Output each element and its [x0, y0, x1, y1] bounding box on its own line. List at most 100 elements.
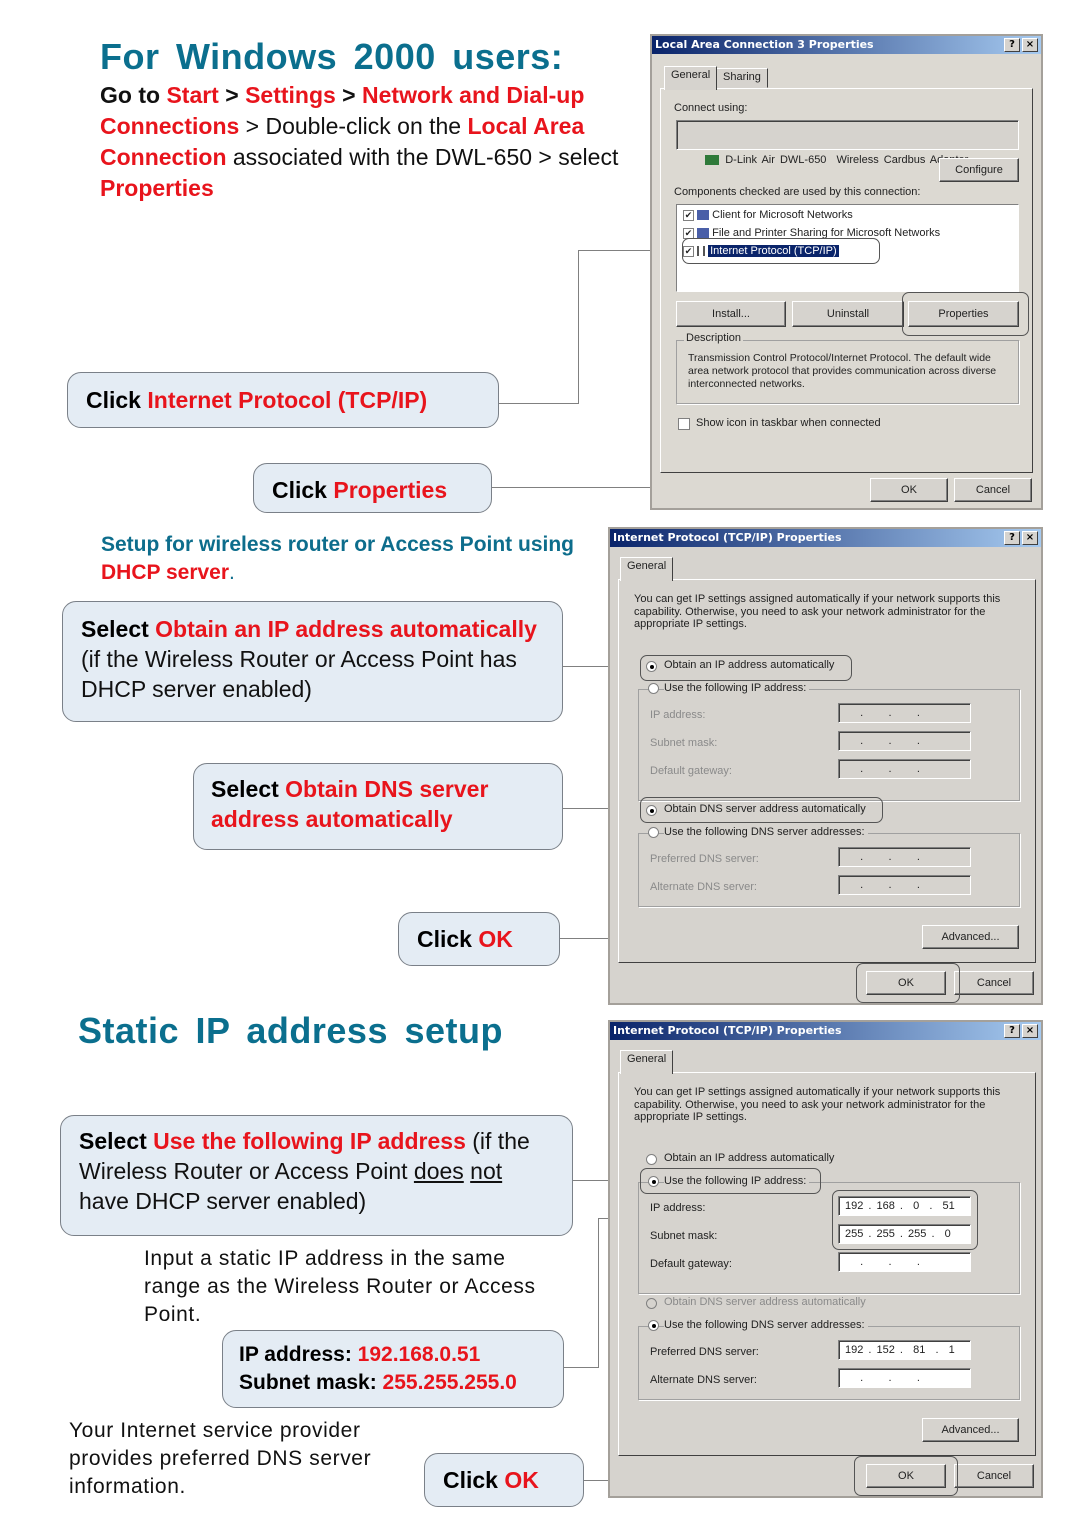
ok-button[interactable]: OK [870, 478, 948, 502]
tab-general[interactable]: General [664, 66, 718, 90]
tab-general[interactable]: General [620, 1050, 674, 1074]
close-icon[interactable]: × [1022, 531, 1038, 545]
dns-group [638, 1326, 1020, 1400]
callout-highlight: OK [504, 1467, 539, 1493]
callout-prefix: Select [211, 776, 286, 802]
client-icon [697, 210, 710, 221]
callout-suffix: (if the Wireless Router or Access Point … [81, 646, 517, 702]
help-icon[interactable]: ? [1004, 38, 1020, 52]
highlight-use-ip [640, 1168, 821, 1194]
close-icon[interactable]: × [1022, 1024, 1038, 1038]
radio-obtain-dns[interactable] [646, 1298, 657, 1309]
subnet-mask-input[interactable]: . . . [838, 731, 971, 751]
ip-address-label: IP address: [650, 1202, 706, 1214]
highlight-properties [902, 292, 1029, 336]
static-ip-label: IP address: [239, 1343, 358, 1366]
highlight-tcpip [682, 238, 880, 264]
note-isp-dns: Your Internet service provider provides … [69, 1419, 372, 1498]
default-gateway-input[interactable]: . . . [838, 759, 971, 779]
close-icon[interactable]: × [1022, 38, 1038, 52]
dialog-title: Local Area Connection 3 Properties [655, 38, 874, 51]
checkbox-checked-icon[interactable]: ✔ [683, 209, 694, 221]
radio-use-dns[interactable] [648, 1320, 659, 1331]
dialog-titlebar: Internet Protocol (TCP/IP) Properties ? … [610, 529, 1041, 547]
tab-general[interactable]: General [620, 557, 674, 581]
description-text: Transmission Control Protocol/Internet P… [688, 352, 997, 390]
callout-click-ok-dhcp: Click OK [398, 912, 560, 966]
dhcp-heading-text: Setup for wireless router or Access Poin… [101, 533, 575, 556]
dialog-title: Internet Protocol (TCP/IP) Properties [613, 1024, 842, 1037]
callout-prefix: Click [272, 477, 334, 503]
highlight-obtain-ip [640, 655, 852, 681]
configure-button[interactable]: Configure [939, 158, 1019, 182]
component-item[interactable]: ✔ Client for Microsoft Networks [683, 209, 853, 221]
uninstall-button[interactable]: Uninstall [792, 301, 904, 327]
dialog-intro: You can get IP settings assigned automat… [634, 593, 1001, 630]
network-adapter-icon [705, 155, 720, 166]
checkbox-checked-icon[interactable]: ✔ [683, 227, 694, 239]
help-icon[interactable]: ? [1004, 1024, 1020, 1038]
adapter-name: D-Link Air DWL-650 Wireless Cardbus Adap… [725, 154, 969, 166]
callout-click-tcpip: Click Internet Protocol (TCP/IP) [67, 372, 499, 428]
callout-prefix: Click [443, 1467, 505, 1493]
preferred-dns-input[interactable]: 192 . 152 . 81 . 1 [838, 1340, 971, 1360]
ip-address-input[interactable]: . . . [838, 703, 971, 723]
highlight-ok [856, 963, 960, 1003]
intro-go-to: Go to [100, 82, 167, 108]
dialog-intro: You can get IP settings assigned automat… [634, 1086, 1001, 1123]
alternate-dns-label: Alternate DNS server: [650, 1374, 757, 1386]
preferred-dns-input[interactable]: . . . [838, 847, 971, 867]
use-ip-label: Use the following IP address: [664, 682, 810, 694]
install-button[interactable]: Install... [676, 301, 786, 327]
intro-text: associated with the DWL-650 > select [226, 144, 619, 170]
callout-emphasis-does: does [413, 1158, 464, 1184]
callout-click-ok-static: Click OK [424, 1453, 584, 1507]
callout-static-values: IP address: 192.168.0.51 Subnet mask: 25… [222, 1330, 564, 1408]
callout-highlight: Properties [333, 477, 448, 503]
intro-properties: Properties [100, 175, 214, 201]
advanced-button[interactable]: Advanced... [922, 1418, 1019, 1442]
callout-obtain-dns: Select Obtain DNS server address automat… [193, 763, 563, 850]
dialog-local-area-connection-properties: Local Area Connection 3 Properties ? × G… [650, 34, 1043, 510]
description-label: Description [684, 332, 744, 344]
advanced-button[interactable]: Advanced... [922, 925, 1019, 949]
component-label: Client for Microsoft Networks [712, 209, 853, 221]
dialog-tcpip-properties-static: Internet Protocol (TCP/IP) Properties ? … [608, 1020, 1043, 1498]
help-icon[interactable]: ? [1004, 531, 1020, 545]
subnet-mask-label: Subnet mask: [650, 737, 718, 749]
radio-obtain-ip[interactable] [646, 1154, 657, 1165]
dialog-titlebar: Internet Protocol (TCP/IP) Properties ? … [610, 1022, 1041, 1040]
tab-sharing[interactable]: Sharing [716, 68, 768, 88]
heading-windows-2000: For Windows 2000 users: [100, 36, 564, 77]
callout-click-properties: Click Properties [253, 463, 492, 513]
highlight-obtain-dns [640, 797, 883, 823]
default-gateway-input[interactable]: . . . [838, 1252, 971, 1272]
dialog-tcpip-properties-dhcp: Internet Protocol (TCP/IP) Properties ? … [608, 527, 1043, 1005]
intro-start: Start [166, 82, 219, 108]
static-mask-label: Subnet mask: [239, 1371, 383, 1394]
show-icon-label: Show icon in taskbar when connected [696, 417, 881, 429]
cancel-button[interactable]: Cancel [954, 971, 1034, 995]
callout-highlight: Internet Protocol (TCP/IP) [147, 387, 428, 413]
printer-sharing-icon [697, 228, 710, 239]
highlight-ip-fields [832, 1190, 978, 1250]
dialog-title: Internet Protocol (TCP/IP) Properties [613, 531, 842, 544]
obtain-ip-label: Obtain an IP address automatically [664, 1152, 835, 1164]
alternate-dns-label: Alternate DNS server: [650, 881, 757, 893]
preferred-dns-label: Preferred DNS server: [650, 1346, 759, 1358]
show-icon-checkbox[interactable] [678, 418, 690, 430]
callout-prefix: Select [79, 1128, 154, 1154]
cancel-button[interactable]: Cancel [954, 1464, 1034, 1488]
intro-sep: > [218, 82, 246, 108]
radio-use-ip[interactable] [648, 683, 659, 694]
intro-settings: Settings [245, 82, 336, 108]
alternate-dns-input[interactable]: . . . [838, 875, 971, 895]
intro-sep: > [335, 82, 363, 108]
cancel-button[interactable]: Cancel [954, 478, 1032, 502]
components-label: Components checked are used by this conn… [674, 186, 921, 198]
highlight-ok [854, 1456, 958, 1496]
obtain-dns-label: Obtain DNS server address automatically [664, 1296, 866, 1308]
radio-use-dns[interactable] [648, 827, 659, 838]
callout-suffix: have DHCP server enabled) [79, 1188, 367, 1214]
alternate-dns-input[interactable]: . . . [838, 1368, 971, 1388]
